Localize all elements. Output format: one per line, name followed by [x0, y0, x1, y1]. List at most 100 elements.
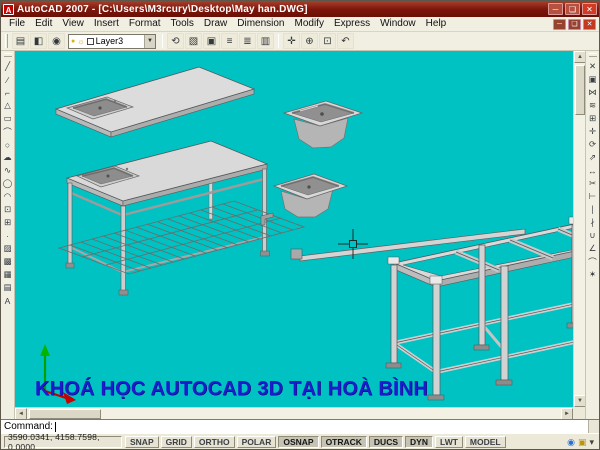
- trim-icon[interactable]: ✂: [586, 177, 599, 190]
- vertical-scrollbar[interactable]: ▲ ▼: [573, 51, 586, 407]
- drawing-object-sink-table[interactable]: [65, 140, 270, 296]
- join-icon[interactable]: ∪: [586, 229, 599, 242]
- multiline-text-icon[interactable]: A: [1, 294, 14, 307]
- offset-icon[interactable]: ≋: [586, 99, 599, 112]
- menu-tools[interactable]: Tools: [166, 17, 199, 31]
- linetype-control-icon[interactable]: ≡: [221, 33, 238, 49]
- toolbar-grip[interactable]: [5, 34, 8, 48]
- minimize-button[interactable]: ─: [548, 3, 563, 15]
- table-icon[interactable]: ▤: [1, 281, 14, 294]
- menu-modify[interactable]: Modify: [290, 17, 329, 31]
- status-toggle-lwt[interactable]: LWT: [434, 435, 463, 448]
- horizontal-scrollbar[interactable]: ◄ ►: [15, 407, 573, 420]
- palette-grip[interactable]: [3, 53, 12, 57]
- close-button[interactable]: ✕: [582, 3, 597, 15]
- layer-dropdown[interactable]: ● ☼ Layer3 ▼: [68, 33, 156, 49]
- drawing-object-sink-bowl-2[interactable]: [272, 173, 349, 218]
- drawing-object-wire-rack[interactable]: [57, 200, 306, 275]
- ellipse-arc-icon[interactable]: ◠: [1, 190, 14, 203]
- rectangle-icon[interactable]: ▭: [1, 112, 14, 125]
- rotate-icon[interactable]: ⟳: [586, 138, 599, 151]
- plot-style-control-icon[interactable]: ▥: [257, 33, 274, 49]
- command-scrollbar[interactable]: [588, 420, 599, 433]
- vertical-scroll-thumb[interactable]: [574, 65, 585, 115]
- extend-icon[interactable]: ⊢: [586, 190, 599, 203]
- construction-line-icon[interactable]: ∕: [1, 73, 14, 86]
- maximize-button[interactable]: ❏: [565, 3, 580, 15]
- chamfer-icon[interactable]: ∠: [586, 242, 599, 255]
- mirror-icon[interactable]: ⋈: [586, 86, 599, 99]
- move-icon[interactable]: ✛: [586, 125, 599, 138]
- layer-color-swatch: [86, 37, 94, 45]
- statusbar: 3590.0341, 4158.7598, 0.0000 SNAP GRID ORT…: [1, 432, 599, 449]
- status-toggle-grid[interactable]: GRID: [160, 435, 192, 448]
- array-icon[interactable]: ⊞: [586, 112, 599, 125]
- horizontal-scroll-thumb[interactable]: [29, 408, 101, 419]
- make-object-layer-current-icon[interactable]: ◉: [48, 33, 65, 49]
- layer-states-manager-icon[interactable]: ◧: [30, 33, 47, 49]
- drawing-canvas[interactable]: KHOÁ HỌC AUTOCAD 3D TẠI HOÀ BÌNH: [15, 51, 573, 407]
- doc-minimize-button[interactable]: ─: [553, 18, 566, 30]
- hatch-icon[interactable]: ▨: [1, 242, 14, 255]
- status-toggle-dyn[interactable]: DYN: [405, 435, 433, 448]
- menu-edit[interactable]: Edit: [30, 17, 57, 31]
- menu-draw[interactable]: Draw: [199, 17, 232, 31]
- status-toggle-osnap[interactable]: OSNAP: [278, 435, 319, 448]
- explode-icon[interactable]: ✶: [586, 268, 599, 281]
- fillet-icon[interactable]: ⌒: [586, 255, 599, 268]
- region-icon[interactable]: ▦: [1, 268, 14, 281]
- tray-menu-arrow-icon[interactable]: ▾: [589, 436, 594, 448]
- doc-close-button[interactable]: ✕: [583, 18, 596, 30]
- layer-dropdown-arrow-icon[interactable]: ▼: [144, 34, 155, 48]
- menu-insert[interactable]: Insert: [89, 17, 124, 31]
- color-control-icon[interactable]: ▣: [203, 33, 220, 49]
- status-toggle-model[interactable]: MODEL: [464, 435, 506, 448]
- erase-icon[interactable]: ✕: [586, 60, 599, 73]
- polygon-icon[interactable]: △: [1, 99, 14, 112]
- break-icon[interactable]: ∤: [586, 216, 599, 229]
- drawing-object-sink-counter-top[interactable]: [54, 66, 256, 138]
- menu-window[interactable]: Window: [375, 17, 421, 31]
- copy-icon[interactable]: ▣: [586, 73, 599, 86]
- circle-icon[interactable]: ○: [1, 138, 14, 151]
- menu-help[interactable]: Help: [421, 17, 452, 31]
- make-block-icon[interactable]: ⊞: [1, 216, 14, 229]
- status-toggle-ducs[interactable]: DUCS: [368, 435, 404, 448]
- gradient-icon[interactable]: ▩: [1, 255, 14, 268]
- status-toggle-ortho[interactable]: ORTHO: [193, 435, 235, 448]
- menu-express[interactable]: Express: [329, 17, 375, 31]
- command-line[interactable]: Command:: [1, 419, 599, 433]
- menu-view[interactable]: View: [57, 17, 89, 31]
- layer-properties-manager-icon[interactable]: ▤: [12, 33, 29, 49]
- menu-file[interactable]: File: [4, 17, 30, 31]
- arc-icon[interactable]: ⌒: [1, 125, 14, 138]
- status-toggle-polar[interactable]: POLAR: [236, 435, 277, 448]
- layer-previous-icon[interactable]: ⟲: [167, 33, 184, 49]
- match-properties-icon[interactable]: ▧: [185, 33, 202, 49]
- revision-cloud-icon[interactable]: ☁: [1, 151, 14, 164]
- palette-grip[interactable]: [588, 53, 597, 57]
- zoom-realtime-icon[interactable]: ⊕: [301, 33, 318, 49]
- spline-icon[interactable]: ∿: [1, 164, 14, 177]
- zoom-window-icon[interactable]: ⊡: [319, 33, 336, 49]
- menu-dimension[interactable]: Dimension: [232, 17, 289, 31]
- drawing-object-sink-bowl-1[interactable]: [282, 100, 364, 149]
- status-toggle-otrack[interactable]: OTRACK: [320, 435, 367, 448]
- polyline-icon[interactable]: ⌐: [1, 86, 14, 99]
- lineweight-control-icon[interactable]: ≣: [239, 33, 256, 49]
- insert-block-icon[interactable]: ⊡: [1, 203, 14, 216]
- ellipse-icon[interactable]: ◯: [1, 177, 14, 190]
- toolbar-lock-icon[interactable]: ▣: [578, 436, 587, 448]
- status-toggle-snap[interactable]: SNAP: [125, 435, 159, 448]
- scale-icon[interactable]: ⇗: [586, 151, 599, 164]
- menu-format[interactable]: Format: [124, 17, 166, 31]
- communication-center-icon[interactable]: ◉: [567, 436, 575, 448]
- pan-realtime-icon[interactable]: ✛: [283, 33, 300, 49]
- doc-restore-button[interactable]: ❏: [568, 18, 581, 30]
- point-icon[interactable]: ∙: [1, 229, 14, 242]
- stretch-icon[interactable]: ↔: [586, 164, 599, 177]
- canvas-area: KHOÁ HỌC AUTOCAD 3D TẠI HOÀ BÌNH ▲ ▼ ◄ ►: [15, 51, 586, 420]
- break-at-point-icon[interactable]: ∣: [586, 203, 599, 216]
- line-icon[interactable]: ╱: [1, 60, 14, 73]
- zoom-previous-icon[interactable]: ↶: [337, 33, 354, 49]
